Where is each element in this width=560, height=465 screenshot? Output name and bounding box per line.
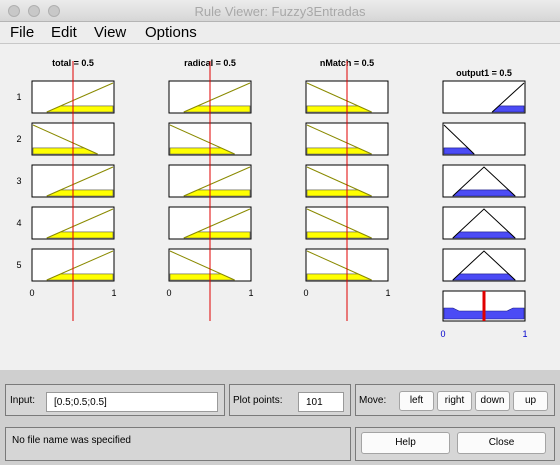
close-button[interactable]: Close bbox=[457, 432, 546, 454]
status-text: No file name was specified bbox=[12, 435, 131, 446]
rules-plot[interactable]: 12345total = 0.50 1radical = 0.50 1nMatch … bbox=[0, 44, 560, 370]
help-button[interactable]: Help bbox=[361, 432, 450, 454]
output-tick-min: 0 bbox=[440, 329, 445, 339]
input-2-tick-max: 1 bbox=[248, 288, 253, 298]
menu-options[interactable]: Options bbox=[145, 24, 197, 41]
output-tick-max: 1 bbox=[522, 329, 527, 339]
output-rule-5-fill bbox=[452, 273, 516, 281]
plot-points-field[interactable]: 101 bbox=[298, 392, 344, 412]
menu-edit[interactable]: Edit bbox=[51, 24, 77, 41]
rule-number-4: 4 bbox=[16, 218, 21, 228]
input-2-tick-min: 0 bbox=[166, 288, 171, 298]
menu-bar: File Edit View Options bbox=[0, 22, 560, 44]
output-rule-4-fill bbox=[452, 231, 516, 239]
input-1-tick-min: 0 bbox=[29, 288, 34, 298]
move-right-button[interactable]: right bbox=[437, 391, 472, 411]
rule-number-1: 1 bbox=[16, 92, 21, 102]
input-panel: Input: [0.5;0.5;0.5] bbox=[5, 384, 225, 416]
action-panel: Help Close bbox=[355, 427, 555, 461]
rule-number-5: 5 bbox=[16, 260, 21, 270]
output-header: output1 = 0.5 bbox=[456, 68, 512, 78]
plot-points-label: Plot points: bbox=[233, 395, 283, 406]
rule-number-3: 3 bbox=[16, 176, 21, 186]
move-down-button[interactable]: down bbox=[475, 391, 510, 411]
input-label: Input: bbox=[10, 395, 36, 406]
status-panel: No file name was specified bbox=[5, 427, 351, 461]
move-label: Move: bbox=[359, 395, 387, 406]
rule-plot-area: 1 2 3 4 5 total = 0.5 0 1 radical = 0.5 0 1 nMatch … bbox=[0, 44, 560, 370]
title-bar: Rule Viewer: Fuzzy3Entradas bbox=[0, 0, 560, 22]
menu-view[interactable]: View bbox=[94, 24, 126, 41]
control-area: Input: [0.5;0.5;0.5] Plot points: 101 Mo… bbox=[0, 370, 560, 465]
move-panel: Move: left right down up bbox=[355, 384, 555, 416]
input-3-tick-min: 0 bbox=[303, 288, 308, 298]
move-left-button[interactable]: left bbox=[399, 391, 434, 411]
plot-points-panel: Plot points: 101 bbox=[229, 384, 351, 416]
input-field[interactable]: [0.5;0.5;0.5] bbox=[46, 392, 218, 412]
menu-file[interactable]: File bbox=[10, 24, 34, 41]
move-up-button[interactable]: up bbox=[513, 391, 548, 411]
output-rule-3-fill bbox=[452, 189, 516, 197]
window-title: Rule Viewer: Fuzzy3Entradas bbox=[194, 4, 366, 19]
rule-number-2: 2 bbox=[16, 134, 21, 144]
input-3-tick-max: 1 bbox=[385, 288, 390, 298]
input-1-tick-max: 1 bbox=[111, 288, 116, 298]
